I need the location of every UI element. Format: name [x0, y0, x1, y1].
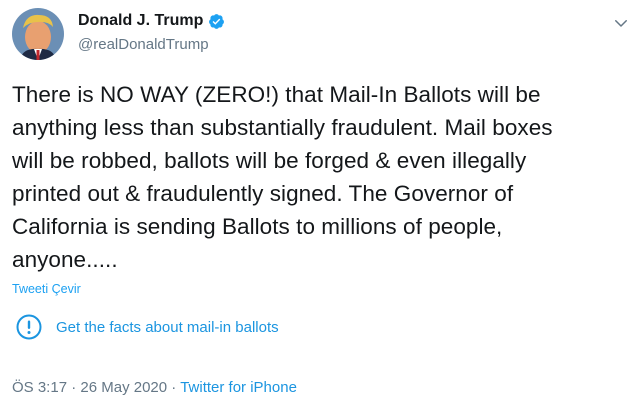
- verified-badge-icon: [209, 13, 225, 29]
- exclamation-circle-icon: [16, 314, 42, 340]
- meta-separator: ·: [167, 379, 181, 396]
- tweet-text: There is NO WAY (ZERO!) that Mail-In Bal…: [12, 82, 553, 272]
- tweet-date[interactable]: 26 May 2020: [80, 379, 167, 396]
- handle[interactable]: @realDonaldTrump: [78, 36, 225, 53]
- tweet-source-link[interactable]: Twitter for iPhone: [180, 379, 297, 396]
- avatar-image: [12, 8, 64, 60]
- tweet-header: Donald J. Trump @realDonaldTrump: [78, 12, 225, 53]
- fact-check-link[interactable]: Get the facts about mail-in ballots: [56, 319, 279, 336]
- chevron-down-icon[interactable]: [612, 14, 630, 32]
- meta-separator: ·: [67, 379, 81, 396]
- tweet-time[interactable]: ÖS 3:17: [12, 379, 67, 396]
- name-row: Donald J. Trump: [78, 12, 225, 30]
- display-name[interactable]: Donald J. Trump: [78, 12, 203, 30]
- translate-link[interactable]: Tweeti Çevir: [12, 282, 81, 296]
- avatar[interactable]: [12, 8, 64, 60]
- fact-check-notice[interactable]: Get the facts about mail-in ballots: [16, 314, 279, 340]
- tweet-meta: ÖS 3:17 · 26 May 2020 · Twitter for iPho…: [12, 379, 297, 396]
